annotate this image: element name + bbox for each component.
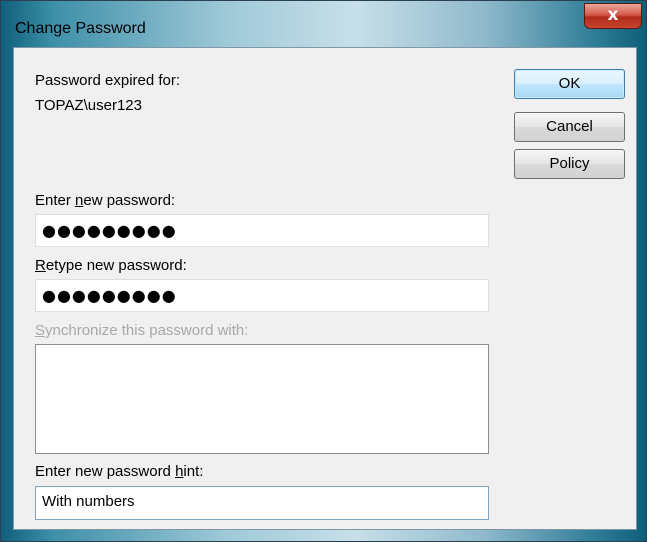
close-icon: x	[607, 5, 619, 25]
retype-password-label: Retype new password:	[35, 257, 187, 274]
password-hint-field[interactable]: With numbers	[35, 486, 489, 520]
cancel-button[interactable]: Cancel	[514, 112, 625, 142]
window-title: Change Password	[15, 20, 146, 37]
dialog-window: Change Password x Password expired for: …	[0, 0, 647, 542]
password-hint-label: Enter new password hint:	[35, 463, 204, 480]
password-hint-value: With numbers	[42, 493, 135, 510]
synchronize-label: Synchronize this password with:	[35, 322, 249, 339]
close-button[interactable]: x	[584, 3, 642, 29]
new-password-mask: ●●●●●●●●●	[42, 221, 177, 240]
retype-password-mask: ●●●●●●●●●	[42, 286, 177, 305]
account-name: TOPAZ\user123	[35, 97, 142, 114]
policy-button[interactable]: Policy	[514, 149, 625, 179]
retype-password-field[interactable]: ●●●●●●●●●	[35, 279, 489, 312]
password-expired-label: Password expired for:	[35, 72, 181, 89]
new-password-label: Enter new password:	[35, 192, 176, 209]
dialog-body: Password expired for: TOPAZ\user123 OK C…	[13, 47, 637, 530]
ok-button[interactable]: OK	[514, 69, 625, 99]
new-password-field[interactable]: ●●●●●●●●●	[35, 214, 489, 247]
synchronize-list[interactable]	[35, 344, 489, 454]
title-bar[interactable]: Change Password x	[1, 1, 647, 47]
